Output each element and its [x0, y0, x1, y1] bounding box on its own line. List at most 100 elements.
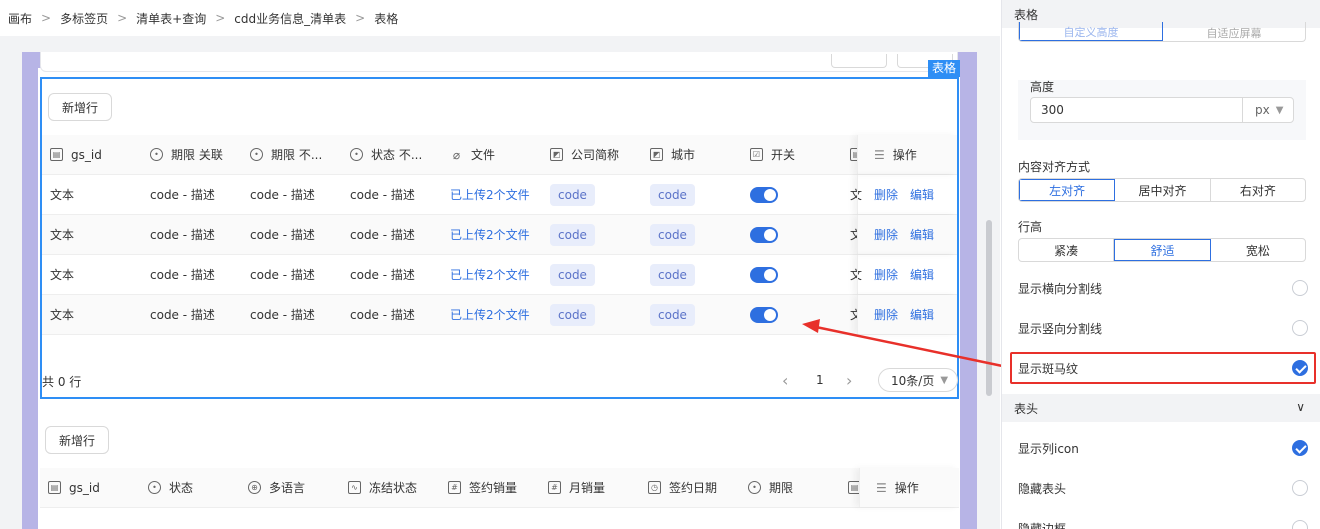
table-component-selected[interactable]: 新增行 ▤ gs_id • 期限 关联 • 期限 不... • 状态 不... ⌀ 文件 … — [40, 77, 959, 399]
header-cell-status: • 状态 不... — [342, 146, 442, 163]
file-link[interactable]: 已上传2个文件 — [450, 266, 530, 283]
height-mode-custom[interactable]: 自定义高度 — [1019, 22, 1163, 41]
chevron-left-icon[interactable]: ‹ — [782, 371, 788, 390]
breadcrumb-item[interactable]: 清单表+查询 — [136, 10, 206, 27]
chevron-down-icon: ▼ — [940, 374, 949, 386]
row-height-compact[interactable]: 紧凑 — [1019, 239, 1115, 261]
checkbox-hide-header[interactable] — [1292, 480, 1308, 496]
edit-link[interactable]: 编辑 — [910, 266, 934, 283]
toggle-switch[interactable] — [750, 306, 778, 323]
checkbox-column-icon[interactable] — [1292, 440, 1308, 456]
cell-status: code - 描述 — [350, 308, 415, 322]
edit-link[interactable]: 编辑 — [910, 186, 934, 203]
header-cell-gs-id: ▤ gs_id — [42, 148, 142, 162]
cell-company: code — [542, 223, 642, 246]
header-cell-signed-sales: # 签约销量 — [440, 479, 540, 496]
table-component-second[interactable]: 新增行 ▤ gs_id • 状态 ⊕ 多语言 ∿ 冻结状态 # 签约销量 # 月销量 ◷ 签约… — [40, 418, 959, 529]
row-height-loose[interactable]: 宽松 — [1211, 239, 1305, 261]
selected-block-tag: 表格 — [928, 60, 961, 77]
city-tag: code — [650, 183, 695, 206]
header-cell-gs-id: ▤ gs_id — [40, 481, 140, 495]
add-row-button[interactable]: 新增行 — [45, 426, 110, 454]
pagination: 共 0 行 ‹ 1 › 10条/页 ▼ — [42, 367, 958, 397]
delete-link[interactable]: 删除 — [874, 226, 898, 243]
settings-icon[interactable]: ☰ — [874, 148, 885, 162]
section-header-table-head[interactable]: 表头 ∨ — [1002, 394, 1320, 422]
option-hide-border[interactable]: 隐藏边框 — [1018, 516, 1308, 529]
properties-panel: 表格 自定义高度 自适应屏幕 高度 300 px ▼ 内容对齐方式 左对齐 居中对… — [1001, 0, 1320, 529]
toggle-switch[interactable] — [750, 266, 778, 283]
align-segmented[interactable]: 左对齐 居中对齐 右对齐 — [1018, 178, 1306, 202]
toggle-switch[interactable] — [750, 186, 778, 203]
option-vertical-divider[interactable]: 显示竖向分割线 — [1018, 316, 1308, 340]
height-mode-segmented[interactable]: 自定义高度 自适应屏幕 — [1018, 22, 1306, 42]
delete-link[interactable]: 删除 — [874, 266, 898, 283]
edit-link[interactable]: 编辑 — [910, 306, 934, 323]
settings-icon[interactable]: ☰ — [876, 481, 887, 495]
option-column-icon[interactable]: 显示列icon — [1018, 436, 1308, 460]
delete-link[interactable]: 删除 — [874, 306, 898, 323]
edit-link[interactable]: 编辑 — [910, 226, 934, 243]
option-hide-header[interactable]: 隐藏表头 — [1018, 476, 1308, 500]
globe-icon: ⊕ — [248, 481, 261, 494]
file-link[interactable]: 已上传2个文件 — [450, 186, 530, 203]
checkbox-vertical-divider[interactable] — [1292, 320, 1308, 336]
city-tag: code — [650, 303, 695, 326]
tag-icon: ◩ — [550, 148, 563, 161]
header-cell-company: ◩ 公司简称 — [542, 146, 642, 163]
number-icon: # — [448, 481, 461, 494]
cell-term-link: code - 描述 — [150, 188, 215, 202]
paperclip-icon: ⌀ — [452, 147, 461, 162]
delete-link[interactable]: 删除 — [874, 186, 898, 203]
page-size-select[interactable]: 10条/页 ▼ — [878, 368, 958, 392]
checkbox-hide-border[interactable] — [1292, 520, 1308, 529]
cell-city: code — [642, 303, 742, 326]
cell-term: code - 描述 — [250, 188, 315, 202]
breadcrumb-item[interactable]: cdd业务信息_清单表 — [234, 10, 346, 27]
align-right-option[interactable]: 右对齐 — [1211, 179, 1305, 201]
circle-dot-icon: • — [150, 148, 163, 161]
cell-status: code - 描述 — [350, 188, 415, 202]
canvas-scrollbar[interactable] — [986, 220, 992, 396]
query-button-edge[interactable] — [831, 54, 887, 68]
selection-frame-left — [22, 52, 38, 529]
selection-frame-right — [960, 52, 977, 529]
cell-text: 文本 — [50, 228, 75, 242]
breadcrumb-item[interactable]: 多标签页 — [60, 10, 108, 27]
circle-dot-icon: • — [748, 481, 761, 494]
option-horizontal-divider[interactable]: 显示横向分割线 — [1018, 276, 1308, 300]
cell-text: 文本 — [50, 268, 75, 282]
align-center-option[interactable]: 居中对齐 — [1115, 179, 1211, 201]
toggle-switch[interactable] — [750, 226, 778, 243]
cell-status: code - 描述 — [350, 228, 415, 242]
row-height-segmented[interactable]: 紧凑 舒适 宽松 — [1018, 238, 1306, 262]
breadcrumb-separator: > — [215, 11, 226, 25]
clock-icon: ◷ — [648, 481, 661, 494]
cell-term-link: code - 描述 — [150, 308, 215, 322]
align-left-option[interactable]: 左对齐 — [1019, 179, 1116, 201]
table-header-row: ▤ gs_id • 状态 ⊕ 多语言 ∿ 冻结状态 # 签约销量 # 月销量 ◷ 签约日期 •… — [40, 468, 959, 508]
height-unit-select[interactable]: px ▼ — [1242, 97, 1294, 123]
cell-text: 文本 — [50, 308, 75, 322]
breadcrumb-item[interactable]: 画布 — [8, 10, 32, 27]
checkbox-horizontal-divider[interactable] — [1292, 280, 1308, 296]
cell-switch — [742, 266, 842, 283]
chevron-right-icon[interactable]: › — [846, 371, 852, 390]
cell-actions: 删除 编辑 — [857, 295, 957, 334]
add-row-button[interactable]: 新增行 — [48, 93, 113, 121]
design-canvas[interactable]: 表格 新增行 ▤ gs_id • 期限 关联 • 期限 不... • 状态 不... ⌀… — [0, 36, 1000, 529]
data-table: ▤ gs_id • 期限 关联 • 期限 不... • 状态 不... ⌀ 文件 ◩ 公司简… — [42, 135, 957, 335]
number-icon: # — [548, 481, 561, 494]
row-height-comfortable[interactable]: 舒适 — [1114, 239, 1211, 261]
cell-company: code — [542, 303, 642, 326]
switch-icon: ☑ — [750, 148, 763, 161]
page-number[interactable]: 1 — [816, 373, 824, 387]
tag-icon: ◩ — [650, 148, 663, 161]
file-link[interactable]: 已上传2个文件 — [450, 226, 530, 243]
height-label: 高度 — [1030, 80, 1055, 94]
file-link[interactable]: 已上传2个文件 — [450, 306, 530, 323]
header-cell-term-link: • 期限 关联 — [142, 146, 242, 163]
city-tag: code — [650, 263, 695, 286]
height-mode-adaptive[interactable]: 自适应屏幕 — [1163, 22, 1305, 41]
breadcrumb-separator: > — [355, 11, 366, 25]
